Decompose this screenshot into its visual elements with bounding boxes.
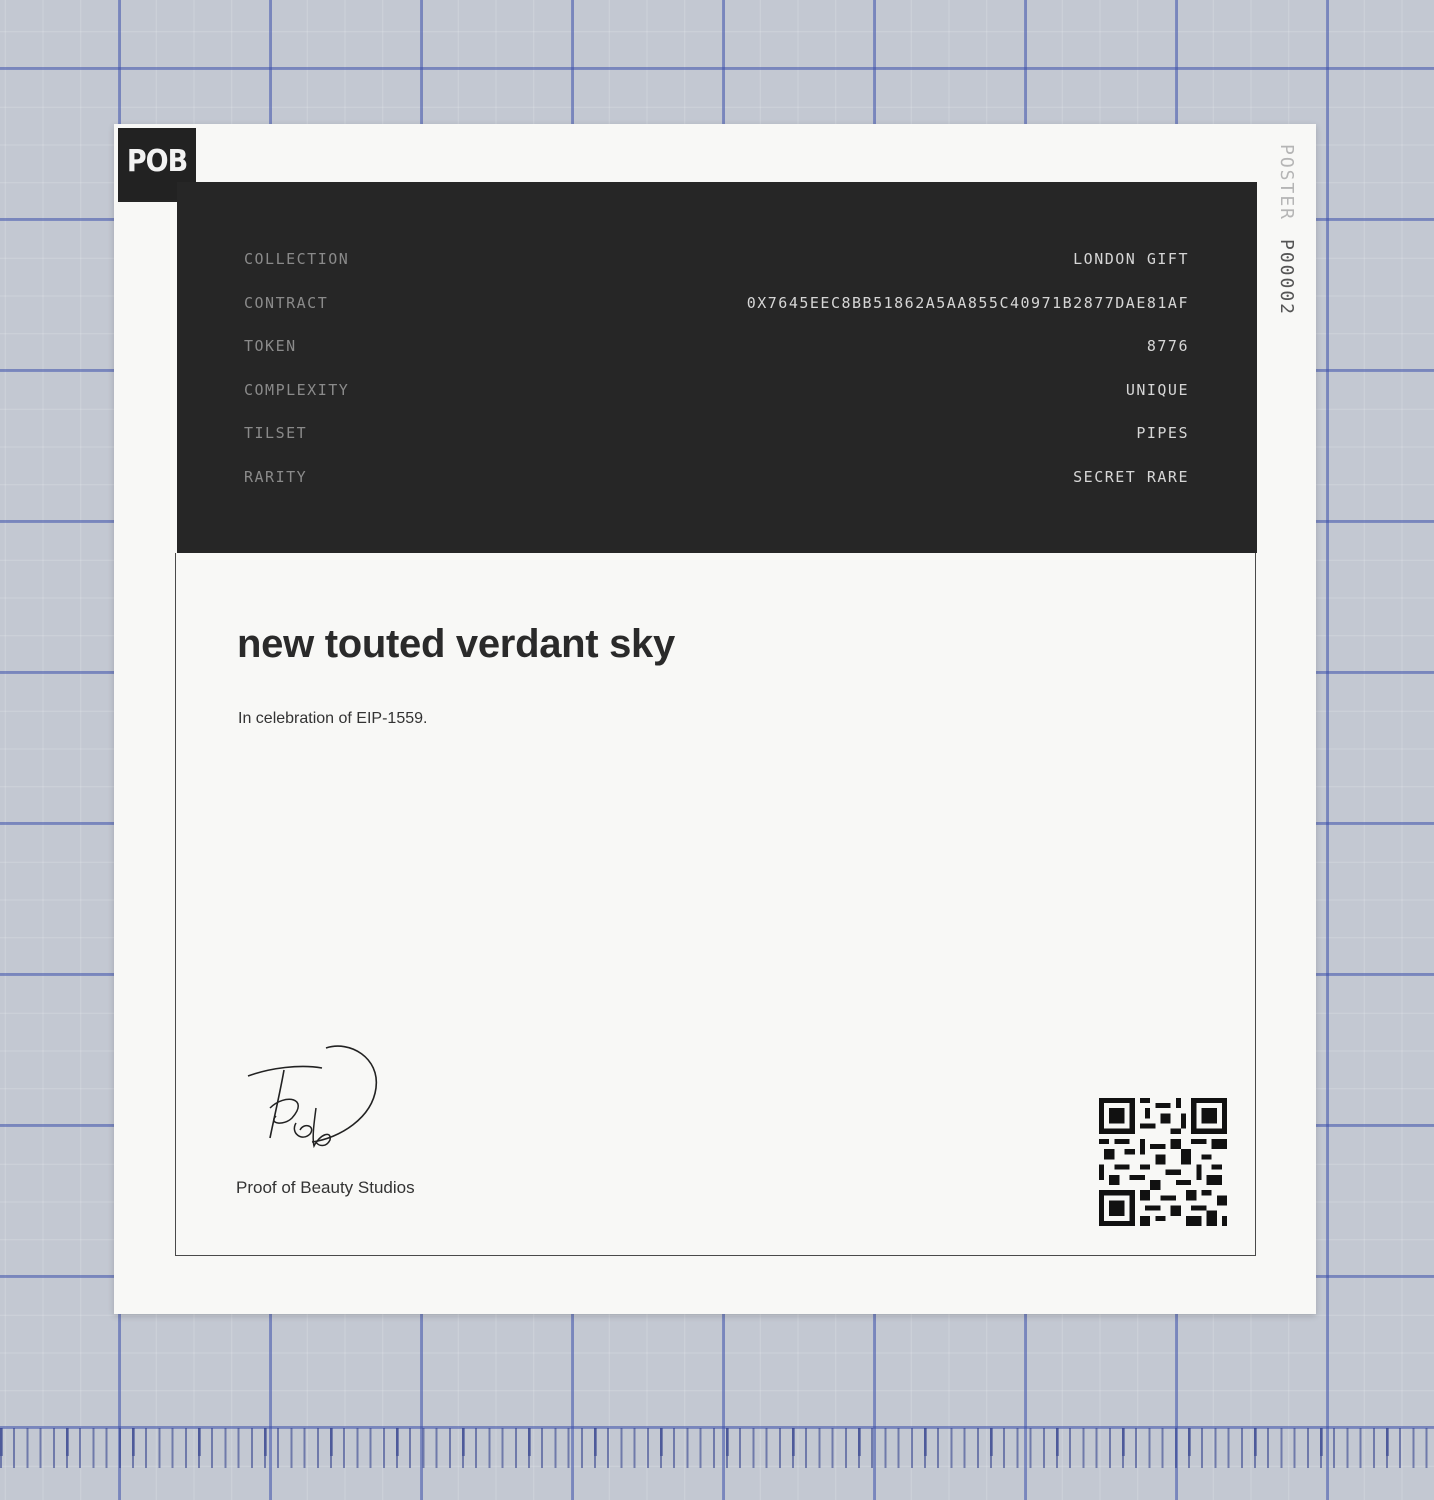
ruler-major-ticks <box>0 1428 1434 1456</box>
signature-icon <box>247 1045 378 1149</box>
poster-side-label: POSTER P00002 <box>1276 144 1297 324</box>
metadata-row-contract: CONTRACT 0X7645EEC8BB51862A5AA855C40971B… <box>244 292 1189 314</box>
metadata-value: 8776 <box>1146 337 1189 355</box>
metadata-row-tilset: TILSET PIPES <box>244 422 1189 444</box>
poster-subtitle: In celebration of EIP-1559. <box>238 710 428 727</box>
poster-side-code: P00002 <box>1276 239 1297 317</box>
metadata-label: RARITY <box>244 468 308 486</box>
poster-title: new touted verdant sky <box>237 622 675 666</box>
metadata-row-rarity: RARITY SECRET RARE <box>244 466 1189 488</box>
metadata-label: TOKEN <box>244 337 297 355</box>
metadata-panel <box>177 182 1257 553</box>
metadata-value: SECRET RARE <box>1073 468 1189 486</box>
metadata-value: 0X7645EEC8BB51862A5AA855C40971B2877DAE81… <box>746 294 1189 312</box>
metadata-row-token: TOKEN 8776 <box>244 335 1189 357</box>
metadata-value: UNIQUE <box>1125 381 1189 399</box>
pob-logo-text: POB <box>126 144 188 179</box>
metadata-label: COLLECTION <box>244 250 350 268</box>
poster-side-word: POSTER <box>1276 144 1297 222</box>
metadata-label: TILSET <box>244 424 308 442</box>
metadata-value: LONDON GIFT <box>1073 250 1189 268</box>
metadata-label: COMPLEXITY <box>244 381 350 399</box>
studio-name: Proof of Beauty Studios <box>236 1178 415 1197</box>
metadata-row-complexity: COMPLEXITY UNIQUE <box>244 379 1189 401</box>
metadata-value: PIPES <box>1136 424 1189 442</box>
qr-code-icon <box>1099 1098 1227 1226</box>
metadata-label: CONTRACT <box>244 294 329 312</box>
metadata-row-collection: COLLECTION LONDON GIFT <box>244 248 1189 270</box>
